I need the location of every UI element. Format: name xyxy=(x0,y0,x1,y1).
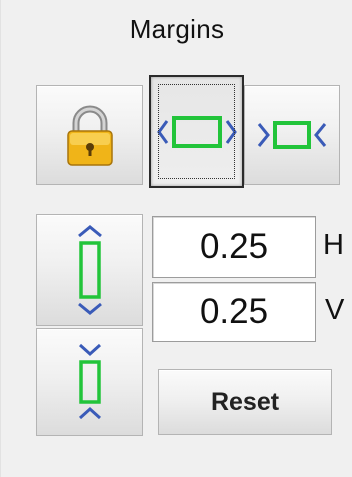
expand-vertical-icon xyxy=(74,224,106,316)
shrink-margins-button[interactable] xyxy=(244,85,340,185)
padlock-icon xyxy=(64,103,116,167)
lock-button[interactable] xyxy=(36,85,143,185)
vertical-margin-field[interactable]: 0.25 xyxy=(152,282,316,342)
reset-button-label: Reset xyxy=(210,387,280,416)
horizontal-margin-field[interactable]: 0.25 xyxy=(152,216,316,278)
horizontal-axis-label: H xyxy=(323,229,344,261)
shrink-margins-icon xyxy=(255,115,329,155)
expand-margins-button[interactable] xyxy=(149,75,244,188)
shrink-vertical-button[interactable] xyxy=(36,328,143,436)
margins-panel: Margins 0.25 H 0.25 V Reset xyxy=(0,0,352,477)
panel-title: Margins xyxy=(129,14,225,44)
expand-vertical-button[interactable] xyxy=(36,214,143,326)
expand-margins-icon xyxy=(155,107,239,157)
reset-button[interactable]: Reset xyxy=(158,369,332,435)
vertical-axis-label: V xyxy=(325,294,345,326)
shrink-vertical-icon xyxy=(74,341,106,423)
